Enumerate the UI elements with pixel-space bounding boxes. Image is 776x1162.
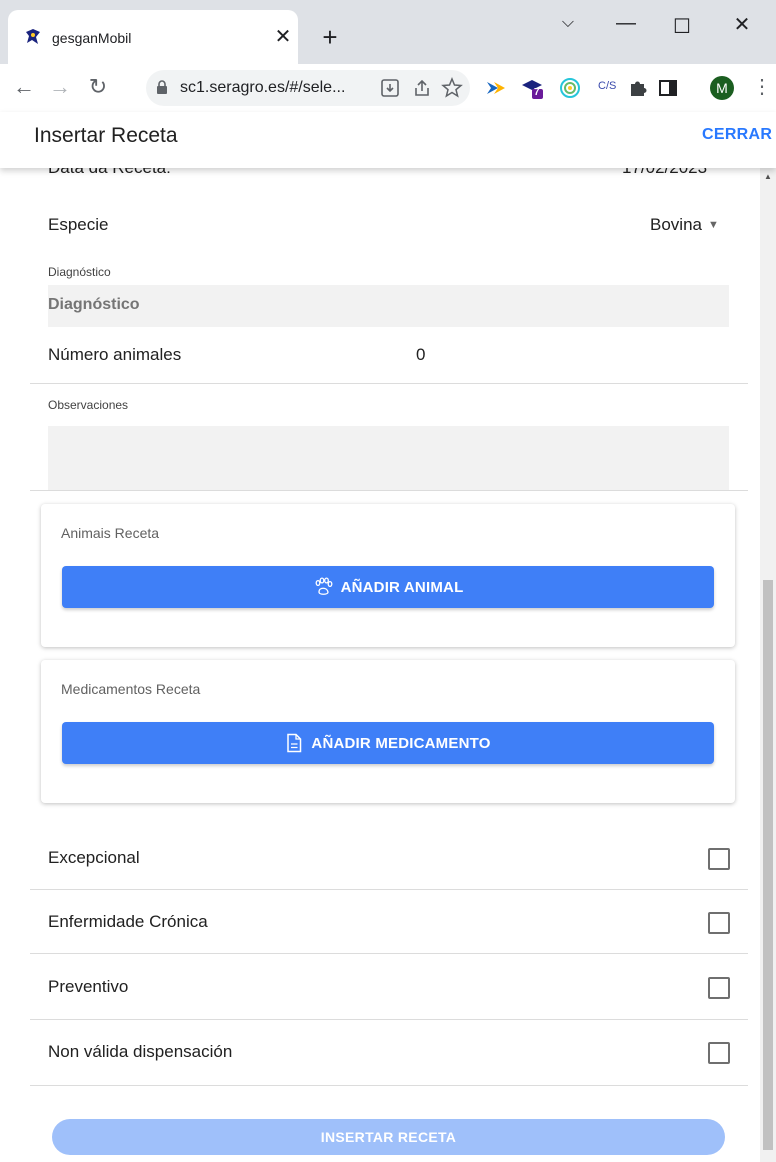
date-value[interactable]: 17/02/2023: [622, 168, 707, 178]
diagnosis-label: Diagnóstico: [48, 265, 111, 279]
insert-recipe-label: INSERTAR RECETA: [320, 1129, 457, 1145]
url-text: sc1.seragro.es/#/sele...: [180, 79, 346, 96]
divider: [30, 490, 748, 491]
gesgan-favicon-icon: [26, 29, 40, 44]
date-label: Data da Receta:: [48, 168, 171, 178]
excepcional-checkbox[interactable]: [708, 848, 730, 870]
lock-icon: [157, 80, 167, 94]
animals-count-value: 0: [416, 345, 426, 364]
checkbox-label: Enfermidade Crónica: [48, 912, 208, 931]
scrollbar-thumb[interactable]: [763, 580, 773, 1150]
observations-label: Observaciones: [48, 398, 129, 412]
checkbox-row-enfermidade-cronica[interactable]: Enfermidade Crónica: [30, 890, 748, 954]
form-scroll-area: Data da Receta: 17/02/2023 Especie Bovin…: [0, 168, 760, 1162]
checkbox-label: Non válida dispensación: [48, 1042, 233, 1061]
add-animal-button[interactable]: AÑADIR ANIMAL: [62, 566, 714, 608]
profile-avatar[interactable]: M: [710, 76, 734, 100]
checkbox-row-preventivo[interactable]: Preventivo: [30, 954, 748, 1020]
extensions-puzzle-icon[interactable]: [626, 76, 650, 100]
forward-icon[interactable]: →: [46, 74, 74, 100]
window-close-icon[interactable]: ✕: [720, 12, 764, 37]
dropdown-arrow-icon: ▼: [707, 219, 719, 231]
share-icon[interactable]: [410, 76, 434, 100]
page-title: Insertar Receta: [34, 124, 178, 147]
scroll-up-arrow-icon[interactable]: ▲: [764, 172, 772, 181]
tab-search-chevron-icon[interactable]: ⌵: [546, 14, 590, 32]
species-label: Especie: [48, 215, 109, 234]
back-icon[interactable]: ←: [10, 74, 38, 100]
checkbox-label: Preventivo: [48, 977, 129, 996]
non-valida-dispensacion-checkbox[interactable]: [708, 1042, 730, 1064]
paw-icon: [315, 577, 333, 595]
extension-cs-icon[interactable]: C/S: [598, 80, 616, 92]
extension-graduation-icon[interactable]: [520, 76, 544, 100]
new-tab-icon[interactable]: +: [316, 24, 344, 52]
medications-card-title: Medicamentos Receta: [61, 681, 201, 697]
insert-recipe-button[interactable]: INSERTAR RECETA: [52, 1119, 725, 1155]
enfermidade-cronica-checkbox[interactable]: [708, 912, 730, 934]
preventivo-checkbox[interactable]: [708, 977, 730, 999]
maximize-icon[interactable]: ☐: [660, 14, 704, 39]
add-medication-button[interactable]: AÑADIR MEDICAMENTO: [62, 722, 714, 764]
checkbox-row-non-valida-dispensacion[interactable]: Non válida dispensación: [30, 1020, 748, 1086]
checkbox-row-excepcional[interactable]: Excepcional: [30, 824, 748, 890]
checkbox-label: Excepcional: [48, 848, 140, 867]
divider: [30, 383, 748, 384]
document-icon: [287, 733, 302, 753]
extension-arrow-icon[interactable]: [484, 76, 508, 100]
add-animal-label: AÑADIR ANIMAL: [340, 578, 464, 596]
medications-card: Medicamentos Receta AÑADIR MEDICAMENTO: [41, 660, 735, 803]
side-panel-icon[interactable]: [656, 76, 680, 100]
close-button[interactable]: CERRAR: [702, 126, 772, 144]
diagnosis-placeholder: Diagnóstico: [48, 296, 140, 313]
tab-title: gesganMobil: [52, 30, 132, 46]
add-medication-label: AÑADIR MEDICAMENTO: [311, 734, 491, 752]
animals-card: Animais Receta AÑADIR ANIMAL: [41, 504, 735, 647]
tab-close-icon[interactable]: ✕: [270, 24, 296, 50]
extension-target-icon[interactable]: [558, 76, 582, 100]
extension-badge: 7: [534, 87, 540, 98]
diagnosis-field[interactable]: Diagnóstico: [48, 285, 729, 327]
species-value: Bovina: [650, 215, 702, 234]
observations-field[interactable]: [48, 426, 729, 490]
minimize-icon[interactable]: —: [604, 12, 648, 35]
install-app-icon[interactable]: [378, 76, 402, 100]
animals-card-title: Animais Receta: [61, 525, 160, 541]
species-select[interactable]: Bovina ▼: [650, 215, 719, 235]
browser-menu-icon[interactable]: ⋮: [752, 74, 772, 99]
animals-count-label: Número animales: [48, 345, 182, 364]
reload-icon[interactable]: ↻: [84, 74, 112, 100]
bookmark-star-icon[interactable]: [440, 76, 464, 100]
divider: [30, 1085, 748, 1086]
